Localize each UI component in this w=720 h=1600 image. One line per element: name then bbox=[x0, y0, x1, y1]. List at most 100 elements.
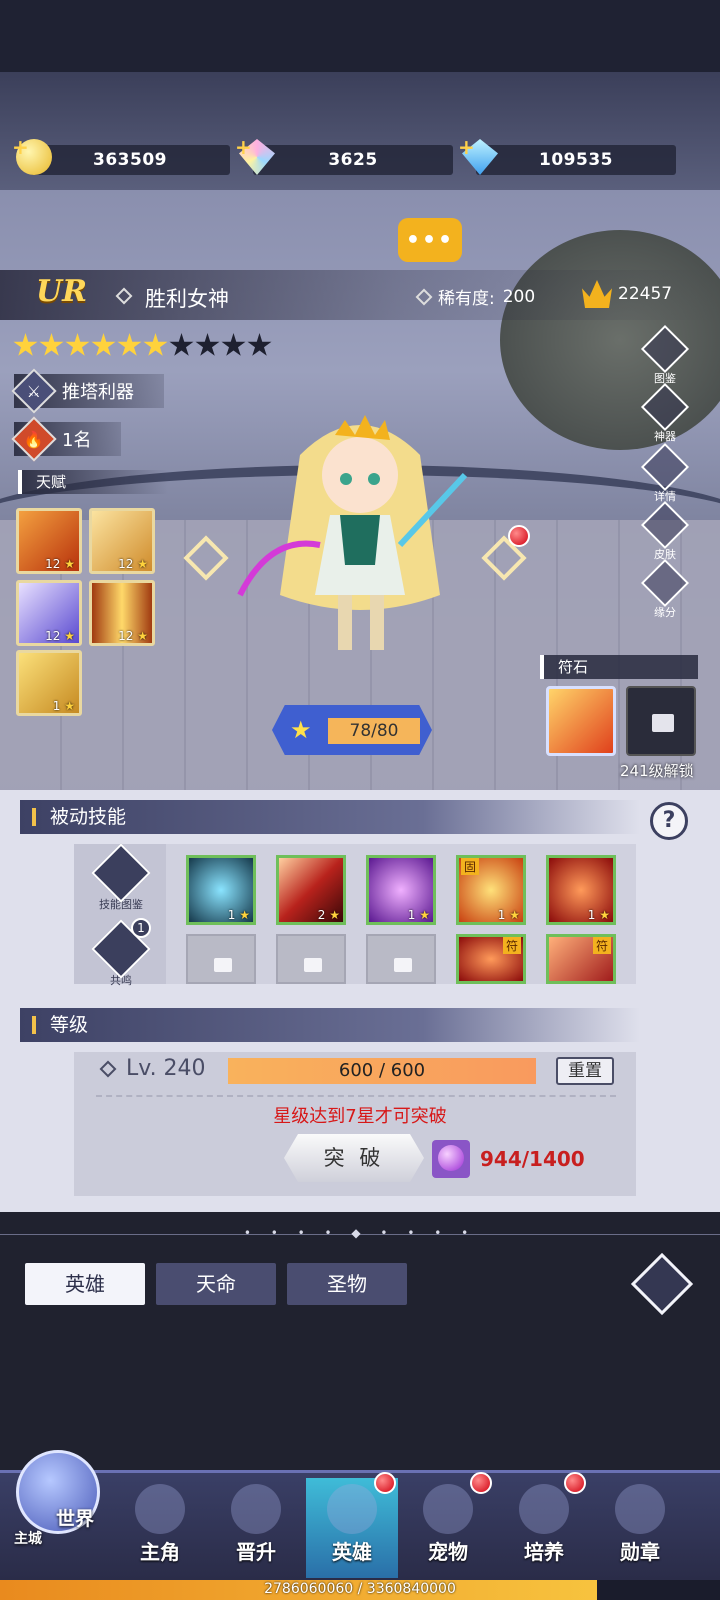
diamond-amount: 109535 bbox=[539, 150, 613, 170]
help-button[interactable]: ? bbox=[650, 802, 688, 840]
prism-currency[interactable]: + 3625 bbox=[235, 135, 453, 175]
flame-icon: 🔥 bbox=[11, 416, 57, 462]
hero-name: 胜利女神 bbox=[145, 287, 229, 311]
passive-skill-header: 被动技能 bbox=[20, 800, 640, 834]
level-divider bbox=[96, 1095, 616, 1097]
combat-power: 22457 bbox=[582, 280, 672, 308]
rune-slot-equipped[interactable] bbox=[546, 686, 616, 756]
talent-purple-slash-icon[interactable]: 12 bbox=[16, 580, 82, 646]
rarity-diamond-icon bbox=[415, 288, 433, 305]
role-tag[interactable]: ⚔ 推塔利器 bbox=[11, 368, 164, 414]
passive-ice-shard-icon[interactable]: 1 bbox=[186, 855, 256, 925]
crossed-swords-icon: ⚔ bbox=[11, 368, 57, 414]
level-progress-bar: 600 / 600 bbox=[228, 1058, 536, 1084]
side-menu-details[interactable]: 详情 bbox=[640, 442, 690, 504]
level-text: Lv. 240 bbox=[99, 1056, 206, 1081]
rune-unlock-text: 241级解锁 bbox=[620, 762, 694, 780]
resonance-badge: 1 bbox=[131, 918, 151, 938]
medal-icon bbox=[615, 1484, 665, 1534]
star-filled-icon bbox=[91, 333, 116, 356]
talent-header: 天赋 bbox=[18, 470, 168, 494]
tree-backdrop bbox=[500, 230, 720, 450]
purple-orb-icon bbox=[432, 1140, 470, 1178]
helmet-icon bbox=[327, 1484, 377, 1534]
lower-background bbox=[0, 1212, 720, 1470]
rune-header: 符石 bbox=[540, 655, 698, 679]
gold-currency[interactable]: + 363509 bbox=[12, 135, 230, 175]
star-empty-icon bbox=[169, 333, 194, 356]
level-diamond-icon bbox=[99, 1060, 117, 1077]
side-menu-artifact[interactable]: 神器 bbox=[640, 382, 690, 444]
main-city-label: 主城 bbox=[14, 1531, 42, 1547]
breakthrough-button[interactable]: 突 破 bbox=[284, 1134, 424, 1182]
rarity-value: 200 bbox=[502, 286, 536, 307]
passive-red-claw-icon[interactable]: 符 bbox=[546, 934, 616, 984]
locked-skill-slot[interactable] bbox=[276, 934, 346, 984]
locked-skill-slot[interactable] bbox=[186, 934, 256, 984]
star-filled-icon bbox=[143, 333, 168, 356]
nav-medals[interactable]: 勋章 bbox=[594, 1478, 686, 1578]
side-menu-codex[interactable]: 图鉴 bbox=[640, 324, 690, 386]
nav-pets-dot bbox=[470, 1472, 492, 1494]
chat-bubble-icon[interactable]: ••• bbox=[398, 218, 462, 262]
breakthrough-cost: 944/1400 bbox=[480, 1147, 585, 1171]
hero-character-sprite[interactable] bbox=[230, 395, 490, 665]
status-bar bbox=[0, 0, 720, 72]
tab-hero[interactable]: 英雄 bbox=[25, 1263, 145, 1305]
star-filled-icon bbox=[65, 333, 90, 356]
breakthrough-warning: 星级达到7星才可突破 bbox=[273, 1106, 447, 1127]
tab-relic[interactable]: 圣物 bbox=[287, 1263, 407, 1305]
lock-icon bbox=[652, 714, 674, 732]
warrior-icon bbox=[135, 1484, 185, 1534]
passive-violet-burst-icon[interactable]: 1 bbox=[366, 855, 436, 925]
nav-protagonist[interactable]: 主角 bbox=[114, 1478, 206, 1578]
side-menu-bond[interactable]: 缘分 bbox=[640, 558, 690, 620]
exp-value: 78/80 bbox=[328, 718, 420, 744]
role-tag-label: 推塔利器 bbox=[62, 382, 134, 403]
add-diamond-icon[interactable]: + bbox=[458, 135, 475, 159]
nav-cultivate-dot bbox=[564, 1472, 586, 1494]
notification-dot bbox=[508, 525, 530, 547]
hero-star-rating bbox=[13, 333, 272, 358]
nav-heroes-dot bbox=[374, 1472, 396, 1494]
passive-demon-mask-icon[interactable]: 1 bbox=[546, 855, 616, 925]
level-header: 等级 bbox=[20, 1008, 640, 1042]
heart-icon bbox=[640, 558, 690, 608]
tab-destiny[interactable]: 天命 bbox=[156, 1263, 276, 1305]
talent-sword-icon[interactable]: 1 bbox=[16, 650, 82, 716]
prism-amount: 3625 bbox=[328, 150, 378, 170]
artifact-icon bbox=[640, 382, 690, 432]
book-icon bbox=[231, 1484, 281, 1534]
magnifier-icon bbox=[640, 442, 690, 492]
reset-button[interactable]: 重置 bbox=[556, 1057, 614, 1085]
account-exp-text: 2786060060 / 3360840000 bbox=[264, 1581, 456, 1597]
side-menu-skin[interactable]: 皮肤 bbox=[640, 500, 690, 562]
add-gold-icon[interactable]: + bbox=[12, 135, 29, 159]
passive-fire-rune-icon[interactable]: 1 固 bbox=[456, 855, 526, 925]
star-empty-icon bbox=[247, 333, 272, 356]
skill-book-icon bbox=[91, 843, 151, 903]
passive-red-claw-icon[interactable]: 2 bbox=[276, 855, 346, 925]
world-label: 世界 bbox=[56, 1508, 95, 1530]
skill-codex-button[interactable]: 技能图鉴 bbox=[86, 843, 156, 912]
hero-grade: UR bbox=[36, 274, 88, 309]
star-filled-icon bbox=[13, 333, 38, 356]
passive-demon-mask-icon[interactable]: 符 bbox=[456, 934, 526, 984]
nav-promotion[interactable]: 晋升 bbox=[210, 1478, 302, 1578]
diamond-currency[interactable]: + 109535 bbox=[458, 135, 676, 175]
decorative-dots: • • • • ◆ • • • • bbox=[243, 1226, 477, 1240]
combat-power-value: 22457 bbox=[618, 284, 673, 304]
talent-golden-wing-icon[interactable]: 12 bbox=[89, 508, 155, 574]
add-prism-icon[interactable]: + bbox=[235, 135, 252, 159]
locked-skill-slot[interactable] bbox=[366, 934, 436, 984]
rank-tag[interactable]: 🔥 1名 bbox=[11, 416, 122, 462]
talent-flame-claw-icon[interactable]: 12 bbox=[16, 508, 82, 574]
codex-icon bbox=[640, 324, 690, 374]
star-empty-icon bbox=[195, 333, 220, 356]
rune-slot-locked[interactable] bbox=[626, 686, 696, 756]
crown-icon bbox=[582, 280, 612, 308]
gold-amount: 363509 bbox=[93, 150, 167, 170]
skin-icon bbox=[640, 500, 690, 550]
resonance-button[interactable]: 共鸣 bbox=[86, 919, 156, 988]
talent-light-pillar-icon[interactable]: 12 bbox=[89, 580, 155, 646]
